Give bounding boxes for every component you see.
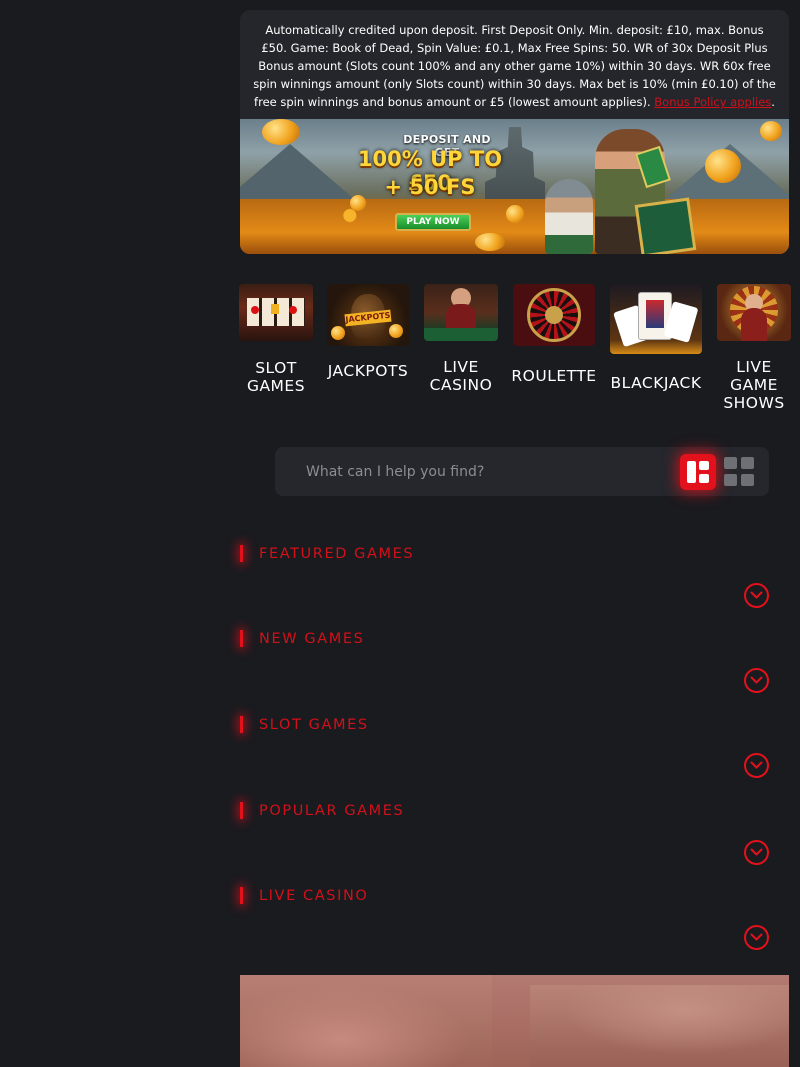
expand-section-button[interactable] — [744, 840, 769, 865]
playing-cards-icon — [610, 284, 702, 354]
banner-coin — [350, 195, 366, 211]
category-label: JACKPOTS — [327, 362, 409, 380]
search-input[interactable] — [275, 447, 675, 496]
category-label: BLACKJACK — [610, 374, 702, 392]
category-label-text: LIVE CASINO — [429, 358, 493, 394]
grid-view-icon — [724, 457, 754, 486]
banner-play-now-button[interactable]: PLAY NOW — [395, 213, 471, 231]
bottom-promo-image[interactable] — [240, 975, 789, 1067]
list-view-button[interactable] — [680, 454, 716, 490]
promo-terms-suffix: . — [771, 95, 775, 109]
banner-coin — [705, 149, 741, 183]
chevron-down-icon — [750, 933, 763, 941]
category-label: LIVE GAME SHOWS — [723, 358, 785, 412]
live-dealer-icon — [424, 284, 498, 341]
section-title: LIVE CASINO — [259, 888, 369, 904]
expand-section-button[interactable] — [744, 753, 769, 778]
chevron-down-icon — [750, 591, 763, 599]
banner-coin — [475, 233, 505, 251]
category-roulette[interactable]: ROULETTE — [510, 284, 598, 385]
promo-banner[interactable]: DEPOSIT AND GET 100% UP TO £50 + 50 FS P… — [240, 119, 789, 254]
chevron-down-icon — [750, 676, 763, 684]
banner-coin — [262, 119, 300, 145]
category-label: ROULETTE — [511, 367, 597, 385]
banner-dwarf-character — [545, 179, 593, 254]
section-slot-games: SLOT GAMES — [240, 716, 789, 782]
category-jackpots[interactable]: JACKPOTS JACKPOTS — [325, 284, 411, 380]
list-view-icon — [687, 461, 709, 483]
bonus-policy-link[interactable]: Bonus Policy applies — [654, 95, 771, 109]
section-title: SLOT GAMES — [259, 717, 369, 733]
banner-coin — [760, 121, 782, 141]
bottom-image-panel — [240, 975, 492, 1067]
section-title: POPULAR GAMES — [259, 803, 405, 819]
section-accent-bar — [240, 545, 243, 562]
section-accent-bar — [240, 630, 243, 647]
grid-view-button[interactable] — [720, 454, 756, 490]
category-strip: SLOT GAMES JACKPOTS JACKPOTS LIVE CASINO… — [238, 284, 800, 424]
category-label: LIVE CASINO — [422, 358, 500, 394]
category-live-casino[interactable]: LIVE CASINO — [422, 284, 500, 394]
section-accent-bar — [240, 716, 243, 733]
expand-section-button[interactable] — [744, 925, 769, 950]
section-featured-games: FEATURED GAMES — [240, 545, 789, 611]
section-new-games: NEW GAMES — [240, 630, 789, 696]
section-title: FEATURED GAMES — [259, 546, 415, 562]
category-live-game-shows[interactable]: LIVE GAME SHOWS — [714, 284, 794, 412]
chevron-down-icon — [750, 761, 763, 769]
section-accent-bar — [240, 802, 243, 819]
promo-panel: Automatically credited upon deposit. Fir… — [240, 10, 789, 254]
jackpot-bag-icon: JACKPOTS — [327, 284, 409, 346]
section-title: NEW GAMES — [259, 631, 365, 647]
banner-headline-free-spins: + 50 FS — [384, 175, 476, 199]
banner-coin — [506, 205, 524, 223]
banner-book-of-dead — [634, 197, 697, 254]
category-blackjack[interactable]: BLACKJACK — [608, 284, 704, 392]
section-popular-games: POPULAR GAMES — [240, 802, 789, 868]
slot-machine-icon — [239, 284, 313, 341]
chevron-down-icon — [750, 848, 763, 856]
game-show-wheel-icon — [717, 284, 791, 341]
roulette-wheel-icon — [513, 284, 595, 346]
expand-section-button[interactable] — [744, 583, 769, 608]
bottom-image-panel — [530, 985, 789, 1067]
banner-mountain — [240, 144, 360, 204]
section-accent-bar — [240, 887, 243, 904]
expand-section-button[interactable] — [744, 668, 769, 693]
category-slot-games[interactable]: SLOT GAMES — [238, 284, 314, 395]
category-label: SLOT GAMES — [246, 359, 306, 395]
section-live-casino: LIVE CASINO — [240, 887, 789, 953]
promo-terms: Automatically credited upon deposit. Fir… — [240, 10, 789, 118]
